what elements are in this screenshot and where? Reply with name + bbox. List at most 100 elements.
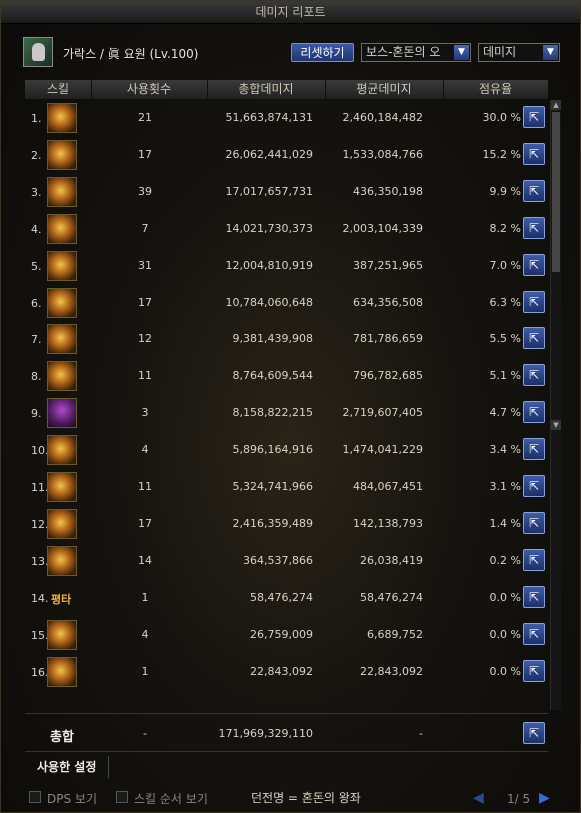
- boss-select[interactable]: 보스-혼돈의 오 ▼: [361, 43, 471, 62]
- total-damage: 26,062,441,029: [225, 147, 313, 161]
- skill-icon: [47, 213, 77, 244]
- share-percent: 1.4 %: [489, 516, 521, 530]
- table-row: 9. 3 8,158,822,215 2,719,607,405 4.7 % ⇱: [25, 395, 548, 431]
- use-count: 4: [141, 627, 149, 641]
- total-damage: 51,663,874,131: [225, 111, 313, 124]
- table-row: 1. 21 51,663,874,131 2,460,184,482 30.0 % ⇱: [25, 100, 548, 136]
- share-icon[interactable]: ⇱: [523, 722, 545, 744]
- use-count: 17: [138, 516, 152, 530]
- skill-order-label: 스킬 순서 보기: [134, 792, 208, 806]
- table-row: 16. 1 22,843,092 22,843,092 0.0 % ⇱: [25, 654, 548, 690]
- scrollbar[interactable]: ▲ ▼: [550, 100, 561, 710]
- avg-damage: 142,138,793: [353, 516, 423, 530]
- share-icon[interactable]: ⇱: [523, 585, 545, 608]
- use-count: 11: [138, 480, 152, 493]
- dungeon-name: 던전명 = 혼돈의 왕좌: [251, 791, 361, 805]
- row-number: 10.: [31, 444, 49, 458]
- reset-button[interactable]: 리셋하기: [291, 43, 354, 62]
- share-icon[interactable]: ⇱: [523, 548, 545, 571]
- skill-icon: [47, 656, 77, 687]
- type-select[interactable]: 데미지 ▼: [478, 43, 560, 62]
- avg-damage: 58,476,274: [360, 590, 423, 604]
- share-icon[interactable]: ⇱: [523, 622, 545, 645]
- skill-icon: [47, 508, 77, 539]
- share-percent: 4.7 %: [489, 406, 521, 420]
- share-icon[interactable]: ⇱: [523, 475, 545, 497]
- use-count: 3: [141, 406, 149, 420]
- character-portrait: [23, 37, 53, 67]
- share-icon[interactable]: ⇱: [523, 142, 545, 165]
- avg-damage: 796,782,685: [353, 369, 423, 383]
- chevron-down-icon[interactable]: ▼: [454, 45, 469, 60]
- use-count: 14: [138, 553, 152, 567]
- skill-icon: [47, 472, 77, 502]
- avg-damage: 387,251,965: [353, 258, 423, 272]
- col-skill[interactable]: 스킬: [25, 80, 92, 99]
- total-label: 총합: [50, 730, 74, 745]
- share-percent: 0.0 %: [489, 590, 521, 604]
- chevron-down-icon[interactable]: ▼: [543, 45, 558, 60]
- scroll-down-icon[interactable]: ▼: [551, 420, 561, 430]
- total-count: -: [143, 727, 147, 740]
- share-percent: 30.0 %: [482, 111, 521, 124]
- next-page-icon[interactable]: ▶: [539, 790, 550, 806]
- table-row: 10. 4 5,896,164,916 1,474,041,229 3.4 % ⇱: [25, 432, 548, 468]
- share-icon[interactable]: ⇱: [523, 216, 545, 239]
- total-damage: 364,537,866: [243, 553, 313, 567]
- scroll-thumb[interactable]: [552, 112, 560, 272]
- skill-icon: [47, 361, 77, 392]
- avg-damage: 6,689,752: [367, 627, 423, 641]
- skill-icon: [47, 103, 77, 133]
- total-damage: 2,416,359,489: [232, 516, 313, 530]
- damage-table: 스킬 사용횟수 총합데미지 평균데미지 점유율 1. 21 51,663,874,1…: [25, 80, 548, 712]
- prev-page-icon[interactable]: ◀: [473, 790, 484, 806]
- share-icon[interactable]: ⇱: [523, 659, 545, 682]
- share-icon[interactable]: ⇱: [523, 253, 545, 276]
- report-header: 가락스 / 眞 요원 (Lv.100) 리셋하기 보스-혼돈의 오 ▼ 데미지 …: [23, 37, 563, 69]
- avg-damage: 634,356,508: [353, 295, 423, 309]
- row-number: 6.: [31, 296, 42, 310]
- row-number: 11.: [31, 481, 49, 494]
- dps-label: DPS 보기: [47, 792, 97, 806]
- tab-used-settings[interactable]: 사용한 설정: [27, 756, 109, 778]
- share-icon[interactable]: ⇱: [523, 438, 545, 461]
- row-number: 14.: [31, 591, 49, 605]
- avg-damage: 2,460,184,482: [342, 111, 423, 124]
- skill-order-checkbox[interactable]: [116, 791, 128, 803]
- scroll-up-icon[interactable]: ▲: [551, 100, 561, 110]
- col-count[interactable]: 사용횟수: [91, 80, 208, 99]
- col-avg[interactable]: 평균데미지: [325, 80, 444, 99]
- use-count: 31: [138, 258, 152, 272]
- table-row: 8. 11 8,764,609,544 796,782,685 5.1 % ⇱: [25, 358, 548, 394]
- avg-damage: 26,038,419: [360, 553, 423, 567]
- use-count: 21: [138, 111, 152, 124]
- row-number: 15.: [31, 628, 49, 642]
- table-row: 3. 39 17,017,657,731 436,350,198 9.9 % ⇱: [25, 174, 548, 210]
- share-icon[interactable]: ⇱: [523, 511, 545, 534]
- share-percent: 5.1 %: [489, 369, 521, 383]
- table-row: 14. 평타 1 58,476,274 58,476,274 0.0 % ⇱: [25, 580, 548, 616]
- avg-damage: 484,067,451: [353, 480, 423, 493]
- window-title: 데미지 리포트: [1, 1, 580, 24]
- share-icon[interactable]: ⇱: [523, 106, 545, 128]
- avg-damage: 1,533,084,766: [342, 147, 423, 161]
- share-icon[interactable]: ⇱: [523, 327, 545, 350]
- dps-checkbox[interactable]: [29, 791, 41, 803]
- skill-icon: [47, 435, 77, 466]
- col-share[interactable]: 점유율: [443, 80, 548, 99]
- use-count: 7: [141, 221, 149, 235]
- avg-damage: 1,474,041,229: [342, 443, 423, 457]
- share-percent: 9.9 %: [489, 184, 521, 198]
- total-damage: 8,764,609,544: [232, 369, 313, 383]
- skill-icon: [47, 250, 77, 281]
- share-icon[interactable]: ⇱: [523, 290, 545, 313]
- boss-select-value: 보스-혼돈의 오: [366, 45, 441, 59]
- col-total[interactable]: 총합데미지: [207, 80, 326, 99]
- share-icon[interactable]: ⇱: [523, 364, 545, 387]
- total-damage: 10,784,060,648: [225, 295, 313, 309]
- share-icon[interactable]: ⇱: [523, 179, 545, 202]
- avg-damage: 781,786,659: [353, 332, 423, 346]
- share-icon[interactable]: ⇱: [523, 401, 545, 424]
- skill-icon: [47, 324, 77, 355]
- use-count: 4: [141, 443, 149, 457]
